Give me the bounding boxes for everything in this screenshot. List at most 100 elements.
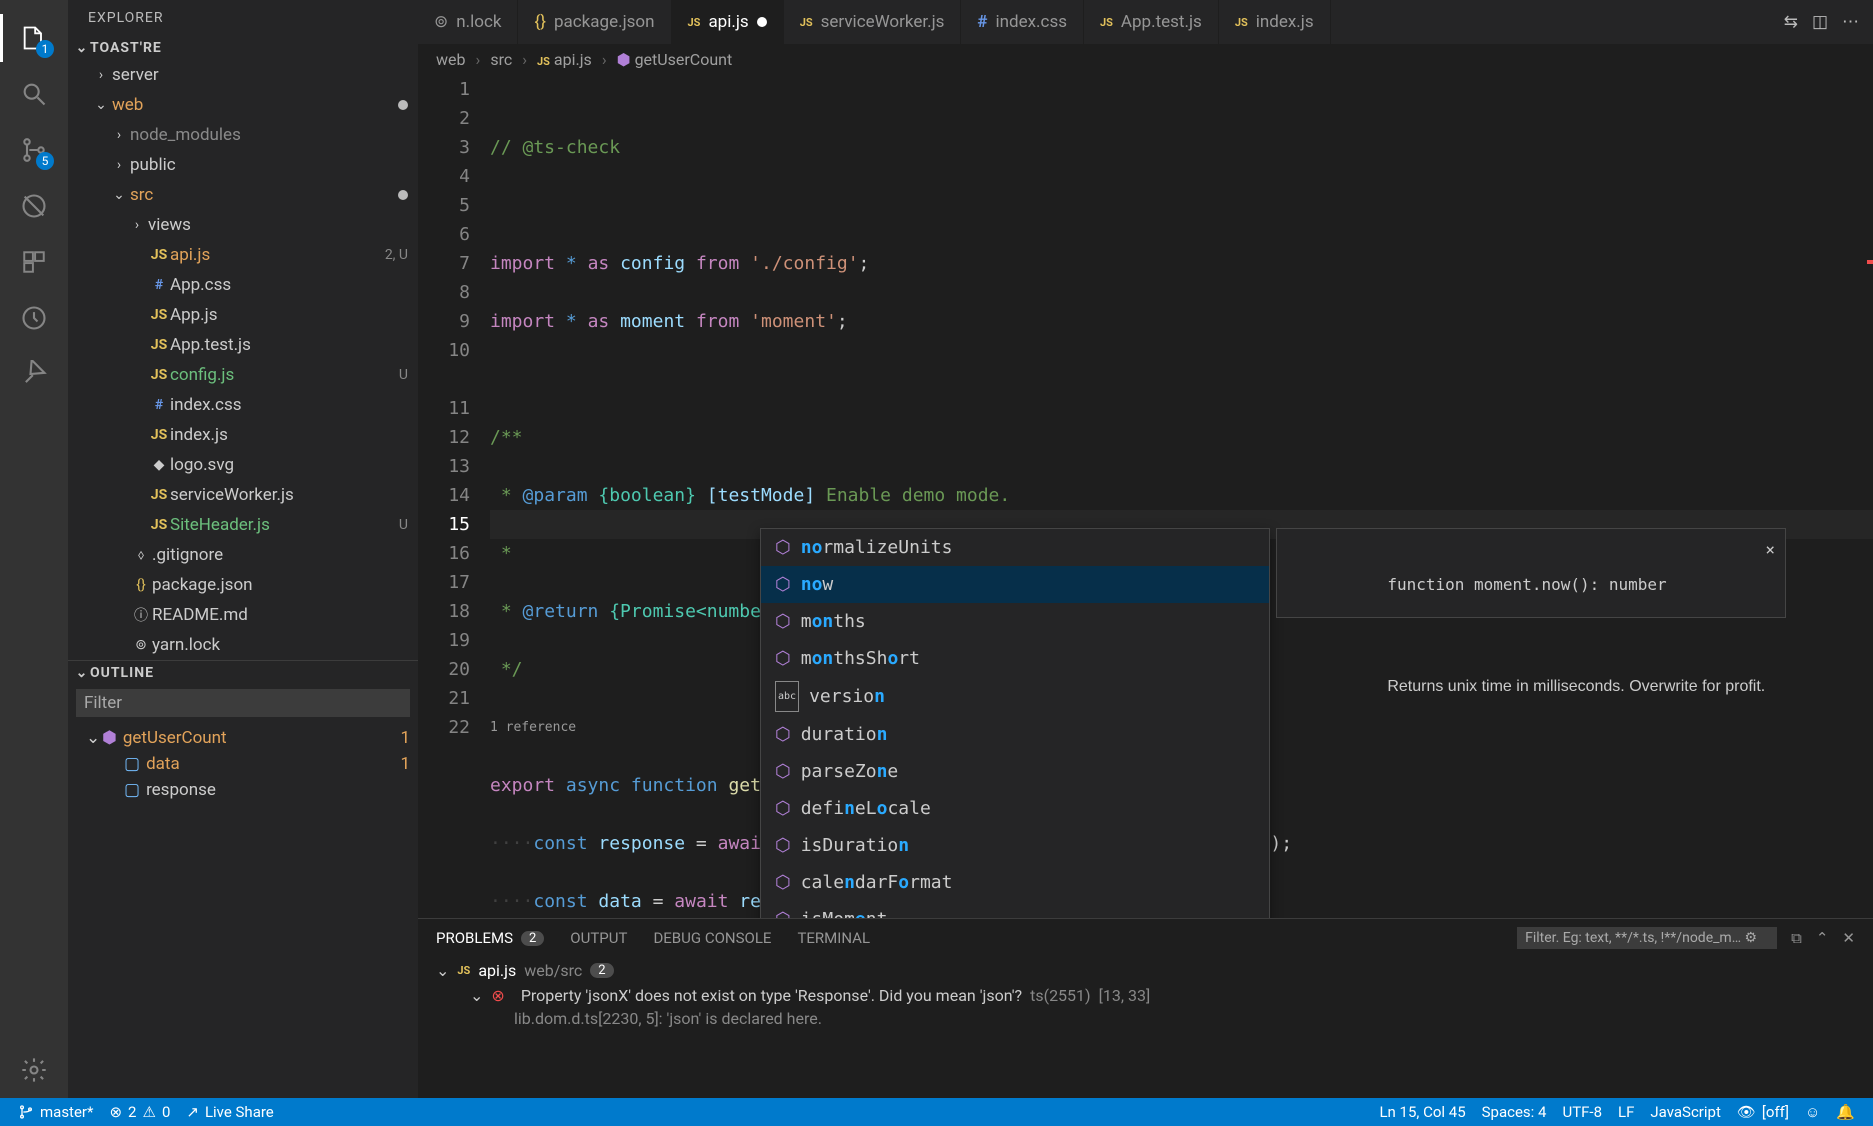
suggest-item[interactable]: ⬡now (761, 566, 1269, 603)
problems-body[interactable]: ⌄ JS api.js web/src 2 ⌄ ⊗ Property 'json… (418, 957, 1873, 1032)
tree-row[interactable]: JSconfig.jsU (68, 360, 418, 390)
bottom-panel: PROBLEMS 2 OUTPUT DEBUG CONSOLE TERMINAL Fil… (418, 918, 1873, 1098)
tree-row[interactable]: JSSiteHeader.jsU (68, 510, 418, 540)
status-bar: master* ⊗ 2 ⚠ 0 ↗ Live Share Ln 15, Col … (0, 1098, 1873, 1126)
outline-tree: ⌄⬢getUserCount1▢data1▢response (68, 721, 418, 807)
status-ln[interactable]: Ln 15, Col 45 (1371, 1103, 1473, 1121)
tree-row[interactable]: ⓘREADME.md (68, 600, 418, 630)
tree-row[interactable]: ⌄src (68, 180, 418, 210)
tree-row[interactable]: JSindex.js (68, 420, 418, 450)
tree-row[interactable]: JSApp.js (68, 300, 418, 330)
suggest-item[interactable]: ⬡isDuration (761, 827, 1269, 864)
suggest-item[interactable]: abcversion (761, 677, 1269, 716)
status-bell[interactable]: 🔔 (1828, 1103, 1863, 1121)
panel-tab[interactable]: PROBLEMS 2 (436, 929, 544, 947)
chevron-down-icon: ⌄ (74, 40, 90, 56)
tree-row[interactable]: ⬨.gitignore (68, 540, 418, 570)
editor-tabs: ⊚n.lock{}package.jsonJSapi.jsJSserviceWo… (418, 0, 1873, 44)
tree-row[interactable]: ›server (68, 60, 418, 90)
chevron-down-icon: ⌄ (436, 961, 449, 980)
suggest-item[interactable]: ⬡parseZone (761, 753, 1269, 790)
tab[interactable]: ⊚n.lock (418, 0, 518, 44)
panel-tab[interactable]: TERMINAL (797, 929, 870, 947)
close-icon[interactable]: ✕ (1842, 929, 1855, 947)
status-eol[interactable]: LF (1610, 1103, 1642, 1121)
error-icon: ⊗ (491, 986, 504, 1005)
tab[interactable]: #index.css (961, 0, 1084, 44)
scm-badge: 5 (36, 152, 54, 170)
status-spaces[interactable]: Spaces: 4 (1474, 1103, 1555, 1121)
tree-row[interactable]: JSserviceWorker.js (68, 480, 418, 510)
files-badge: 1 (36, 40, 54, 58)
suggest-item[interactable]: ⬡months (761, 603, 1269, 640)
chevron-up-icon[interactable]: ⌃ (1816, 929, 1829, 947)
status-lang[interactable]: JavaScript (1642, 1103, 1728, 1121)
activity-bar: 1 5 (0, 0, 68, 1098)
panel-tabs: PROBLEMS 2 OUTPUT DEBUG CONSOLE TERMINAL Fil… (418, 919, 1873, 957)
activity-search[interactable] (10, 70, 58, 118)
status-branch[interactable]: master* (10, 1103, 101, 1121)
activity-settings[interactable] (10, 1046, 58, 1094)
suggest-tooltip: function moment.now(): number Returns un… (1276, 528, 1786, 618)
tab[interactable]: JSApp.test.js (1084, 0, 1219, 44)
tree-row[interactable]: #index.css (68, 390, 418, 420)
status-encoding[interactable]: UTF-8 (1554, 1103, 1610, 1121)
status-liveshare[interactable]: ↗ Live Share (178, 1103, 281, 1121)
tree-row[interactable]: JSapi.js2, U (68, 240, 418, 270)
section-outline[interactable]: ⌄ OUTLINE (68, 661, 418, 685)
tree-row[interactable]: ›views (68, 210, 418, 240)
status-feedback[interactable]: ☺ (1797, 1103, 1828, 1121)
sidebar-title: EXPLORER (68, 0, 418, 36)
activity-debug[interactable] (10, 182, 58, 230)
editor-area: ⊚n.lock{}package.jsonJSapi.jsJSserviceWo… (418, 0, 1873, 1098)
tree-row[interactable]: #App.css (68, 270, 418, 300)
suggest-item[interactable]: ⬡isMoment (761, 901, 1269, 918)
suggest-item[interactable]: ⬡monthsShort (761, 640, 1269, 677)
panel-tab[interactable]: OUTPUT (570, 929, 627, 947)
tree-row[interactable]: {}package.json (68, 570, 418, 600)
tab[interactable]: JSapi.js (672, 0, 784, 44)
problems-filter[interactable]: Filter. Eg: text, **/*.ts, !**/node_m… ⚙ (1517, 927, 1777, 949)
tab[interactable]: JSserviceWorker.js (784, 0, 962, 44)
gutter: 12345678910 111213141516171819202122 (418, 75, 490, 918)
more-icon[interactable]: ⋯ (1842, 12, 1859, 32)
suggest-item[interactable]: ⬡defineLocale (761, 790, 1269, 827)
outline-row[interactable]: ▢data1 (76, 751, 410, 777)
sidebar: EXPLORER ⌄ TOAST'RE ›server⌄web›node_mod… (68, 0, 418, 1098)
tree-row[interactable]: ◆logo.svg (68, 450, 418, 480)
activity-explorer[interactable]: 1 (10, 14, 58, 62)
tree-row[interactable]: JSApp.test.js (68, 330, 418, 360)
tab[interactable]: JSindex.js (1219, 0, 1331, 44)
suggest-item[interactable]: ⬡normalizeUnits (761, 529, 1269, 566)
suggest-item[interactable]: ⬡calendarFormat (761, 864, 1269, 901)
code-content[interactable]: // @ts-check import * as config from './… (490, 75, 1873, 918)
status-ts[interactable]: 👁 [off] (1729, 1103, 1797, 1121)
collapse-icon[interactable]: ⧉ (1791, 929, 1802, 947)
editor-body[interactable]: 12345678910 111213141516171819202122 // … (418, 75, 1873, 918)
tree-row[interactable]: ⌄web (68, 90, 418, 120)
tree-row[interactable]: ⊚yarn.lock (68, 630, 418, 660)
suggest-item[interactable]: ⬡duration (761, 716, 1269, 753)
chevron-down-icon: ⌄ (470, 986, 483, 1005)
status-errors[interactable]: ⊗ 2 ⚠ 0 (101, 1103, 178, 1121)
suggest-widget[interactable]: ⬡normalizeUnits⬡now⬡months⬡monthsShortab… (760, 528, 1270, 918)
compare-icon[interactable]: ⇆ (1784, 12, 1798, 32)
close-icon[interactable]: × (1765, 535, 1775, 564)
split-icon[interactable]: ◫ (1812, 12, 1828, 32)
js-icon: JS (457, 964, 470, 977)
file-tree: ›server⌄web›node_modules›public⌄src›view… (68, 60, 418, 660)
chevron-down-icon: ⌄ (74, 665, 90, 681)
activity-scm[interactable]: 5 (10, 126, 58, 174)
panel-tab[interactable]: DEBUG CONSOLE (653, 929, 771, 947)
activity-extensions[interactable] (10, 238, 58, 286)
breadcrumb[interactable]: web›src›JS api.js›⬢ getUserCount (418, 44, 1873, 75)
outline-row[interactable]: ▢response (76, 777, 410, 803)
section-project[interactable]: ⌄ TOAST'RE (68, 36, 418, 60)
outline-filter[interactable]: Filter (76, 689, 410, 717)
activity-share[interactable] (10, 350, 58, 398)
activity-history[interactable] (10, 294, 58, 342)
outline-row[interactable]: ⌄⬢getUserCount1 (76, 725, 410, 751)
tree-row[interactable]: ›node_modules (68, 120, 418, 150)
tree-row[interactable]: ›public (68, 150, 418, 180)
tab[interactable]: {}package.json (518, 0, 671, 44)
